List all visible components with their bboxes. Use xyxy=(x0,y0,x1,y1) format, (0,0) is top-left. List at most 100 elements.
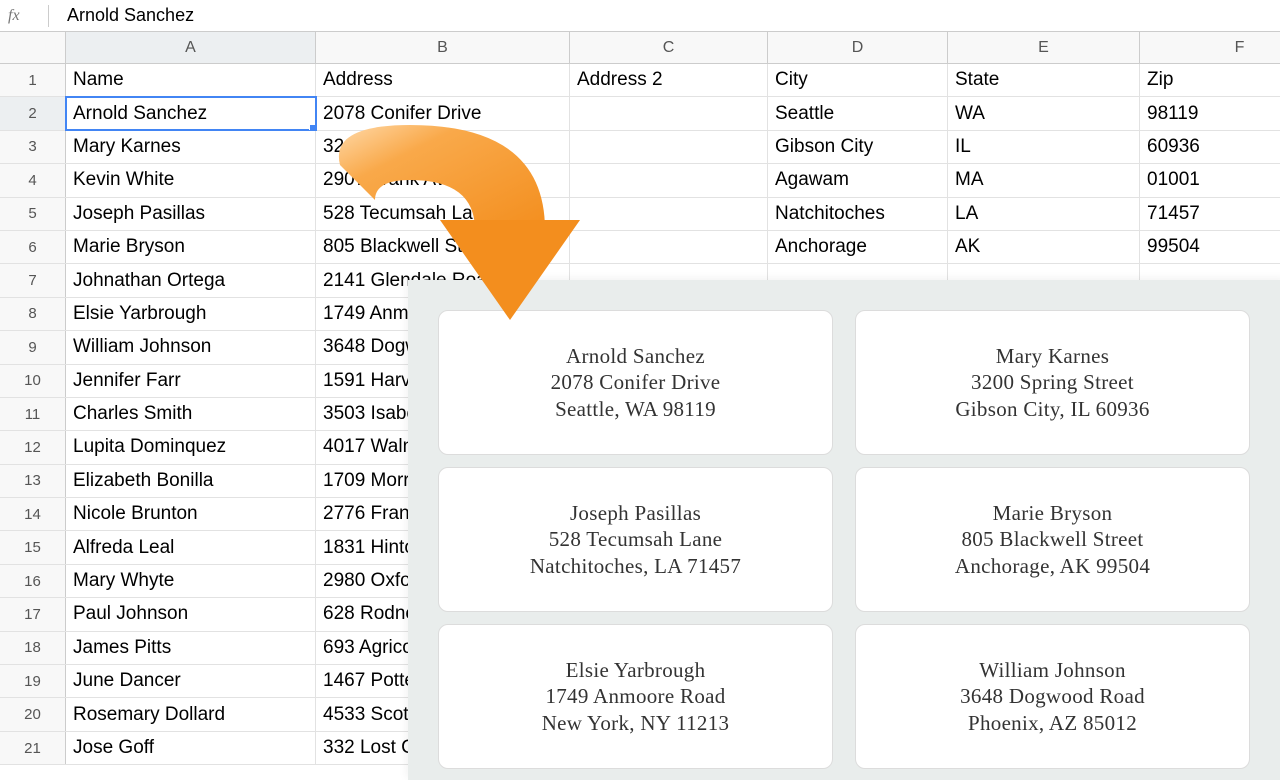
cell[interactable]: Address 2 xyxy=(570,64,768,96)
label-city-state-zip: New York, NY 11213 xyxy=(542,710,730,736)
cell[interactable]: 71457 xyxy=(1140,198,1280,230)
col-header-E[interactable]: E xyxy=(948,32,1140,63)
row-header[interactable]: 8 xyxy=(0,298,66,330)
row-header[interactable]: 2 xyxy=(0,97,66,129)
row-header[interactable]: 19 xyxy=(0,665,66,697)
label-name: Joseph Pasillas xyxy=(570,500,701,526)
row-header[interactable]: 18 xyxy=(0,632,66,664)
table-row: 5Joseph Pasillas528 Tecumsah Lane Natchit… xyxy=(0,198,1280,231)
cell[interactable]: 805 Blackwell Street xyxy=(316,231,570,263)
cell[interactable]: Agawam xyxy=(768,164,948,196)
cell[interactable]: Rosemary Dollard xyxy=(66,698,316,730)
cell[interactable]: Mary Whyte xyxy=(66,565,316,597)
divider xyxy=(48,5,49,27)
col-header-A[interactable]: A xyxy=(66,32,316,63)
cell[interactable]: 60936 xyxy=(1140,131,1280,163)
cell[interactable]: 01001 xyxy=(1140,164,1280,196)
label-city-state-zip: Gibson City, IL 60936 xyxy=(955,396,1149,422)
cell[interactable]: WA xyxy=(948,97,1140,129)
label-preview-panel: Arnold Sanchez2078 Conifer DriveSeattle,… xyxy=(408,280,1280,780)
cell[interactable]: Alfreda Leal xyxy=(66,531,316,563)
cell[interactable]: MA xyxy=(948,164,1140,196)
cell[interactable]: Marie Bryson xyxy=(66,231,316,263)
label-name: Elsie Yarbrough xyxy=(566,657,706,683)
column-headers: A B C D E F xyxy=(0,32,1280,64)
formula-bar[interactable]: fx Arnold Sanchez xyxy=(0,0,1280,32)
row-header[interactable]: 16 xyxy=(0,565,66,597)
cell[interactable]: Nicole Brunton xyxy=(66,498,316,530)
cell[interactable]: Elsie Yarbrough xyxy=(66,298,316,330)
row-header[interactable]: 20 xyxy=(0,698,66,730)
row-header[interactable]: 15 xyxy=(0,531,66,563)
label-name: Arnold Sanchez xyxy=(566,343,705,369)
cell[interactable] xyxy=(570,131,768,163)
row-header[interactable]: 9 xyxy=(0,331,66,363)
col-header-F[interactable]: F xyxy=(1140,32,1280,63)
cell[interactable]: IL xyxy=(948,131,1140,163)
label-address: 528 Tecumsah Lane xyxy=(549,526,723,552)
row-header[interactable]: 7 xyxy=(0,264,66,296)
cell[interactable]: Gibson City xyxy=(768,131,948,163)
row-header[interactable]: 5 xyxy=(0,198,66,230)
address-label: Marie Bryson805 Blackwell StreetAnchorag… xyxy=(855,467,1250,612)
cell[interactable]: Elizabeth Bonilla xyxy=(66,465,316,497)
select-all-corner[interactable] xyxy=(0,32,66,63)
cell[interactable]: Kevin White xyxy=(66,164,316,196)
row-header[interactable]: 1 xyxy=(0,64,66,96)
row-header[interactable]: 11 xyxy=(0,398,66,430)
cell[interactable]: 2907 Frank Ave xyxy=(316,164,570,196)
cell[interactable]: Jose Goff xyxy=(66,732,316,764)
label-name: William Johnson xyxy=(979,657,1126,683)
cell[interactable]: Seattle xyxy=(768,97,948,129)
cell[interactable] xyxy=(570,231,768,263)
row-header[interactable]: 3 xyxy=(0,131,66,163)
row-header[interactable]: 17 xyxy=(0,598,66,630)
cell[interactable]: City xyxy=(768,64,948,96)
cell[interactable] xyxy=(570,97,768,129)
formula-value[interactable]: Arnold Sanchez xyxy=(67,5,194,26)
cell[interactable]: Arnold Sanchez xyxy=(66,97,316,129)
cell[interactable]: Anchorage xyxy=(768,231,948,263)
label-address: 805 Blackwell Street xyxy=(961,526,1143,552)
row-header[interactable]: 6 xyxy=(0,231,66,263)
cell[interactable]: Natchitoches xyxy=(768,198,948,230)
cell[interactable]: Joseph Pasillas xyxy=(66,198,316,230)
cell[interactable]: 3200 Spring Street xyxy=(316,131,570,163)
cell[interactable]: LA xyxy=(948,198,1140,230)
cell[interactable]: June Dancer xyxy=(66,665,316,697)
cell[interactable]: 99504 xyxy=(1140,231,1280,263)
col-header-D[interactable]: D xyxy=(768,32,948,63)
row-header[interactable]: 21 xyxy=(0,732,66,764)
cell[interactable]: 98119 xyxy=(1140,97,1280,129)
row-header[interactable]: 10 xyxy=(0,365,66,397)
label-city-state-zip: Natchitoches, LA 71457 xyxy=(530,553,741,579)
cell[interactable]: Jennifer Farr xyxy=(66,365,316,397)
table-row: 4Kevin White2907 Frank Ave AgawamMA01001 xyxy=(0,164,1280,197)
cell[interactable]: Paul Johnson xyxy=(66,598,316,630)
col-header-C[interactable]: C xyxy=(570,32,768,63)
cell[interactable]: AK xyxy=(948,231,1140,263)
cell[interactable]: William Johnson xyxy=(66,331,316,363)
label-address: 3200 Spring Street xyxy=(971,369,1134,395)
cell[interactable]: James Pitts xyxy=(66,632,316,664)
cell[interactable]: Zip xyxy=(1140,64,1280,96)
col-header-B[interactable]: B xyxy=(316,32,570,63)
cell[interactable]: 2078 Conifer Drive xyxy=(316,97,570,129)
cell[interactable]: Address xyxy=(316,64,570,96)
fx-icon: fx xyxy=(8,7,48,25)
row-header[interactable]: 12 xyxy=(0,431,66,463)
table-row: 2Arnold Sanchez2078 Conifer Drive Seattle… xyxy=(0,97,1280,130)
cell[interactable] xyxy=(570,164,768,196)
row-header[interactable]: 14 xyxy=(0,498,66,530)
cell[interactable]: Johnathan Ortega xyxy=(66,264,316,296)
cell[interactable]: Lupita Dominquez xyxy=(66,431,316,463)
row-header[interactable]: 13 xyxy=(0,465,66,497)
cell[interactable]: Charles Smith xyxy=(66,398,316,430)
cell[interactable]: Name xyxy=(66,64,316,96)
cell[interactable]: 528 Tecumsah Lane xyxy=(316,198,570,230)
cell[interactable]: State xyxy=(948,64,1140,96)
table-row: 6Marie Bryson805 Blackwell Street Anchora… xyxy=(0,231,1280,264)
cell[interactable]: Mary Karnes xyxy=(66,131,316,163)
cell[interactable] xyxy=(570,198,768,230)
row-header[interactable]: 4 xyxy=(0,164,66,196)
